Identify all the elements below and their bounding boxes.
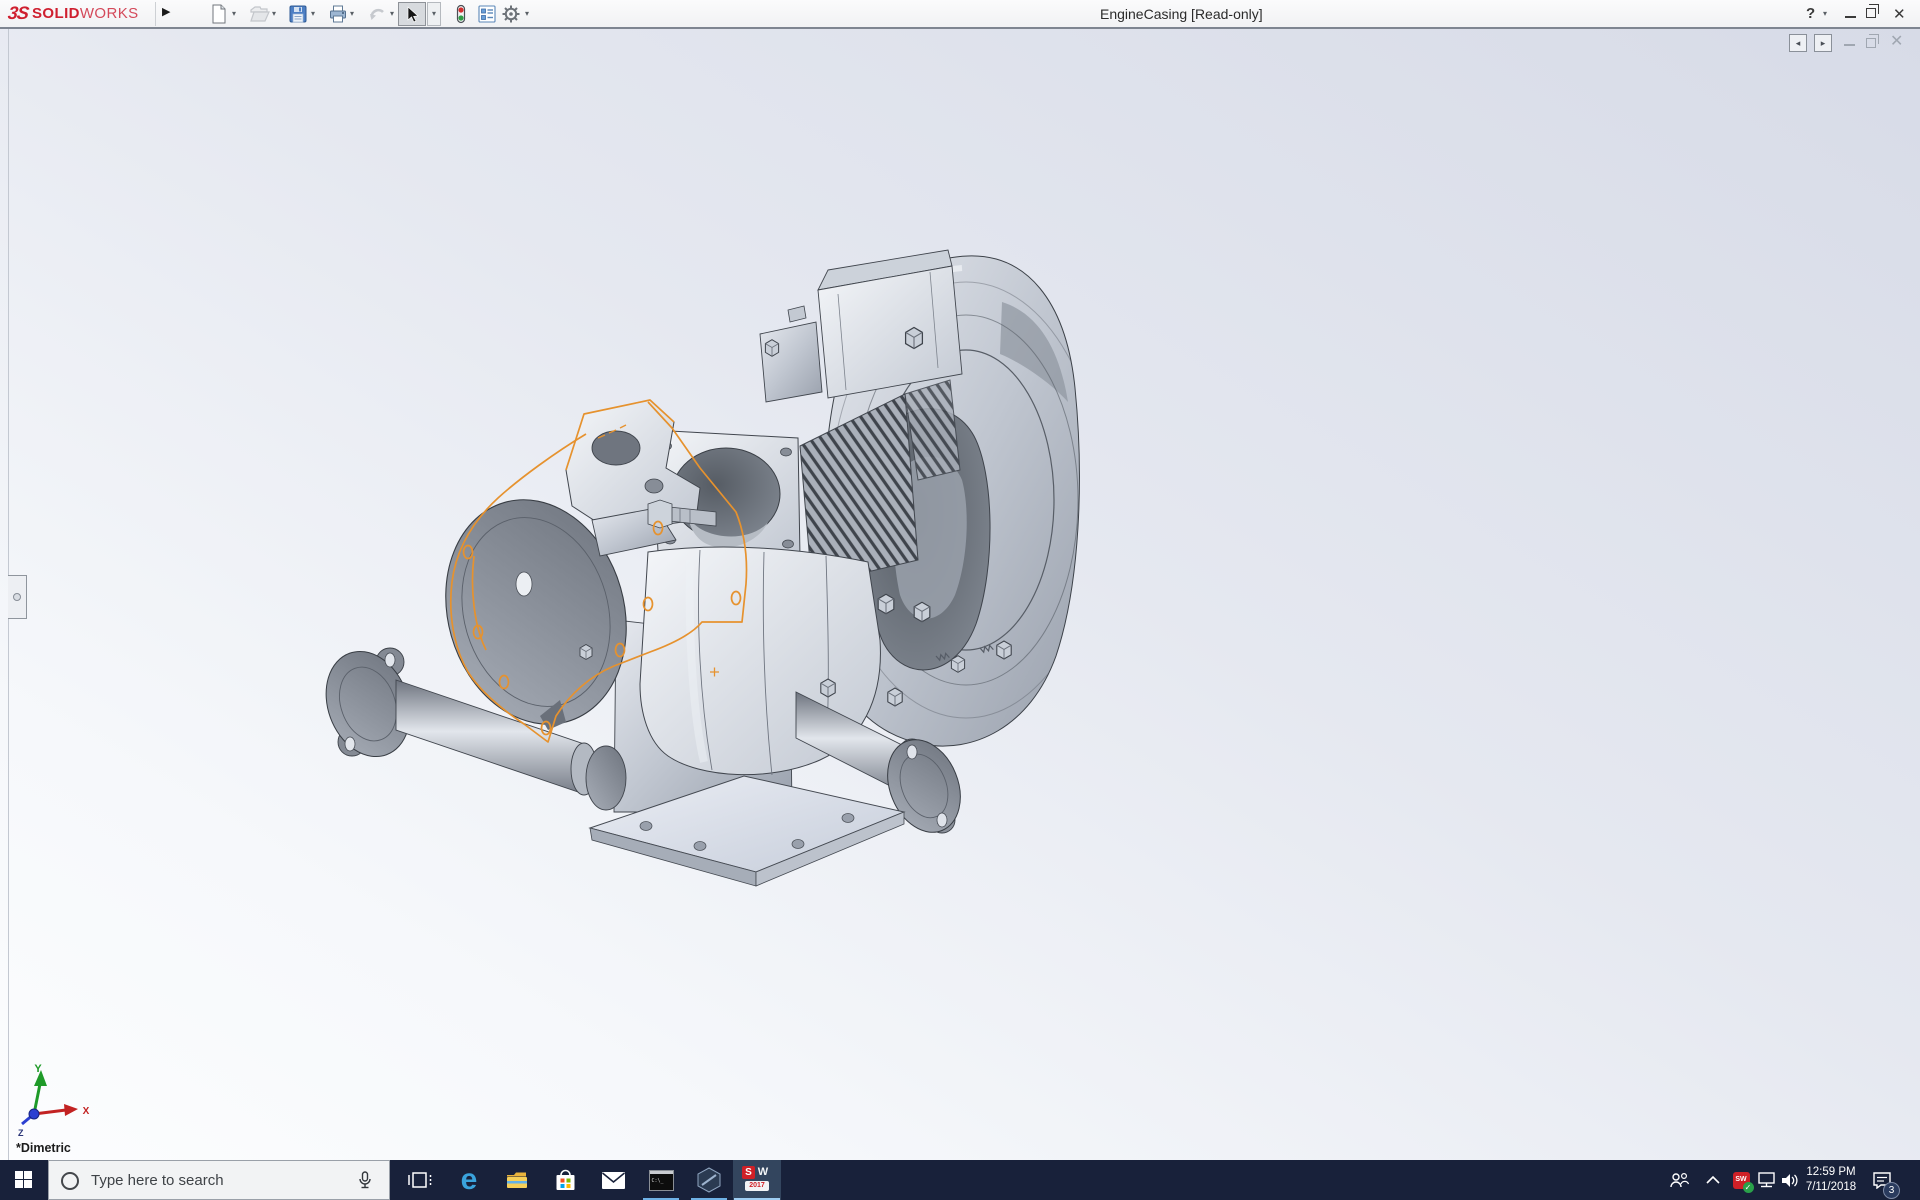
file-explorer-button[interactable] [493,1160,541,1200]
solidworks-monitor-tray-button[interactable]: SW ✓ [1727,1160,1755,1200]
mic-icon[interactable] [357,1171,373,1190]
hexagon-app-button[interactable] [685,1160,733,1200]
mail-button[interactable] [589,1160,637,1200]
document-title: EngineCasing [Read-only] [1100,6,1263,22]
feature-manager-collapsed-tab[interactable] [8,575,27,619]
windows-taskbar: e [0,1160,1920,1200]
tray-overflow-button[interactable] [1700,1160,1726,1200]
open-dropdown-caret[interactable]: ▾ [272,9,276,18]
store-button[interactable] [541,1160,589,1200]
options-button[interactable] [500,3,522,25]
caret-glyph: ▾ [432,9,436,18]
task-view-button[interactable] [396,1160,444,1200]
doc-minimize-button[interactable] [1844,44,1855,46]
people-button[interactable] [1664,1160,1694,1200]
explorer-icon [505,1169,529,1191]
taskbar-clock[interactable]: 12:59 PM 7/11/2018 [1798,1165,1864,1195]
brand-text-light: WORKS [80,5,139,22]
cmd-button[interactable]: C:\_ [637,1160,685,1200]
minimize-button[interactable] [1845,16,1856,18]
graphics-area[interactable]: ◂ ▸ ✕ Y X Z *Dimetric [0,29,1920,1160]
undo-button[interactable] [367,3,389,25]
orientation-triad: Y X Z [12,1062,102,1140]
save-button[interactable] [287,3,309,25]
doc-close-button[interactable]: ✕ [1890,31,1903,51]
task-view-icon [408,1169,432,1191]
help-button[interactable]: ? [1806,5,1815,22]
next-triangle-icon: ▸ [1821,38,1826,48]
solidworks-logo: 3S SOLIDWORKS [8,2,139,25]
cortana-icon [61,1172,79,1190]
toolbar-expand-arrow[interactable]: ▶ [162,5,170,18]
tray-sw-text: SW [1735,1176,1746,1183]
new-document-icon [208,3,230,25]
toolbar-divider [155,2,156,26]
start-icon [15,1171,32,1188]
new-dropdown-caret[interactable]: ▾ [232,9,236,18]
select-cursor-icon [401,4,423,26]
splitter-handle-icon [13,593,21,601]
cmd-icon: C:\_ [649,1170,674,1191]
edge-button[interactable]: e [445,1160,493,1200]
solidworks-app-icon: S W 2017 [742,1166,772,1194]
solidworks-app-button[interactable]: S W 2017 [733,1160,781,1200]
edge-icon: e [461,1165,478,1195]
titlebar: 3S SOLIDWORKS ▶ ▾ ▾ [0,0,1920,29]
select-tool-button[interactable] [398,2,426,26]
volume-icon [1781,1172,1800,1189]
axis-z-label: Z [18,1128,24,1138]
people-icon [1669,1172,1689,1188]
undo-icon [367,3,389,25]
mail-icon [601,1171,626,1190]
doc-prev-button[interactable]: ◂ [1789,34,1807,52]
axis-x-label: X [83,1106,90,1117]
view-orientation-label: *Dimetric [16,1141,71,1155]
solidworks-window: 3S SOLIDWORKS ▶ ▾ ▾ [0,0,1920,1200]
notification-badge: 3 [1883,1182,1900,1199]
check-icon: ✓ [1743,1182,1754,1193]
axis-y-label: Y [34,1063,42,1075]
sw-year: 2017 [745,1181,769,1191]
tray-chevron-icon [1706,1176,1720,1184]
print-icon [327,3,349,25]
select-dropdown-caret[interactable]: ▾ [427,2,441,26]
close-button[interactable]: ✕ [1893,5,1906,23]
undo-dropdown-caret[interactable]: ▾ [390,9,394,18]
taskbar-search[interactable] [48,1160,390,1200]
save-dropdown-caret[interactable]: ▾ [311,9,315,18]
view-stoplight-button[interactable] [450,3,472,25]
save-icon [287,3,309,25]
store-icon [554,1168,577,1192]
sw-letter-w: W [756,1166,770,1179]
new-document-button[interactable] [208,3,230,25]
clock-date: 7/11/2018 [1798,1180,1864,1195]
sw-monitor-icon: SW ✓ [1733,1172,1750,1189]
open-button[interactable] [248,3,270,25]
doc-next-button[interactable]: ▸ [1814,34,1832,52]
restore-button[interactable] [1866,8,1876,18]
stoplight-icon [450,3,472,25]
doc-restore-button[interactable] [1866,38,1876,48]
search-input[interactable] [91,1161,341,1199]
brand-text-bold: SOLID [32,5,80,22]
start-button[interactable] [0,1160,48,1200]
cmd-prompt-text: C:\_ [652,1178,664,1184]
help-dropdown-caret[interactable]: ▾ [1823,9,1827,18]
properties-button[interactable] [476,3,498,25]
print-dropdown-caret[interactable]: ▾ [350,9,354,18]
engine-casing-3d-view[interactable] [0,29,1920,1160]
hexagon-app-icon [696,1167,722,1193]
prev-triangle-icon: ◂ [1796,38,1801,48]
clock-time: 12:59 PM [1798,1165,1864,1180]
open-icon [248,3,270,25]
sw-letter-s: S [742,1166,755,1179]
properties-icon [476,3,498,25]
options-gear-icon [500,3,522,25]
network-icon [1757,1171,1777,1189]
options-dropdown-caret[interactable]: ▾ [525,9,529,18]
print-button[interactable] [327,3,349,25]
solidworks-logo-mark-icon: 3S [7,3,30,24]
